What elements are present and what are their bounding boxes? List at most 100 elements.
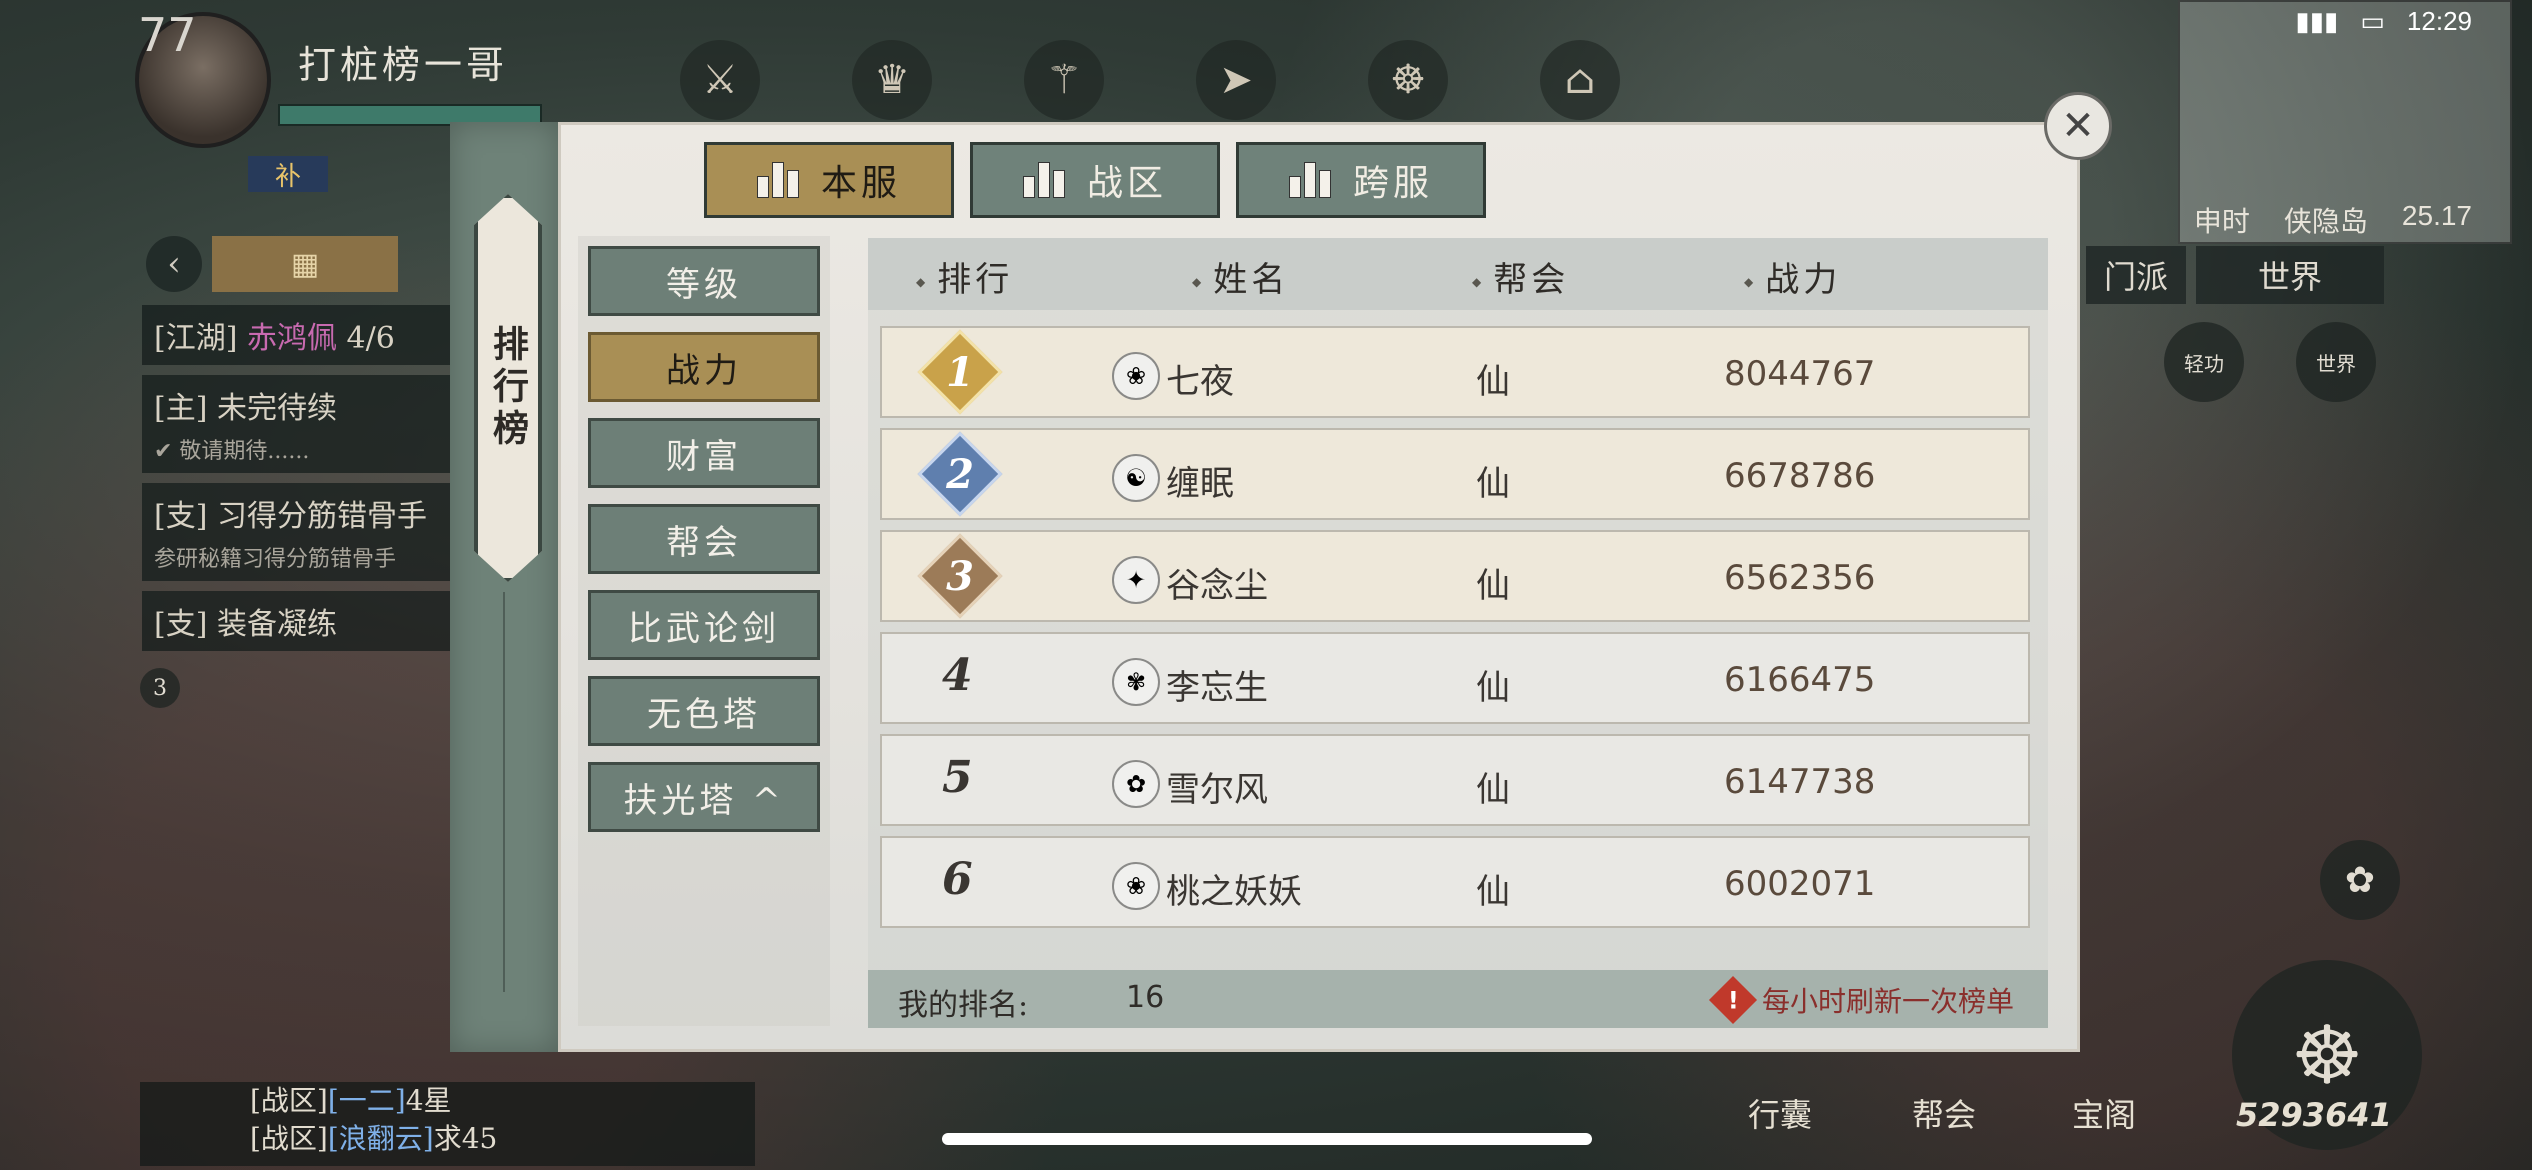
guild-cell: 仙 <box>1476 872 1510 912</box>
chat-box[interactable]: [战区][一二]4星 [战区][浪翻云]求45 <box>140 1082 755 1166</box>
clock: 12:29 <box>2406 6 2472 36</box>
signal-icon: ▮▮▮ <box>2295 6 2339 36</box>
guild-tag: 补 <box>248 156 328 192</box>
guild-emblem-icon: ✾ <box>1112 658 1160 706</box>
warning-icon: ! <box>1708 975 1758 1025</box>
power-cell: 8044767 <box>1724 354 1876 394</box>
arrow-icon[interactable]: ➤ <box>1196 40 1276 120</box>
guild-cell: 仙 <box>1476 566 1510 606</box>
player-name-cell: 缠眠 <box>1166 464 1234 504</box>
player-name-cell: 雪尔风 <box>1166 770 1268 810</box>
table-row[interactable]: 3 ✦ 谷念尘 仙 6562356 <box>880 530 2030 622</box>
side-divider <box>503 592 505 992</box>
power-cell: 6562356 <box>1724 558 1876 598</box>
quest-filter-button[interactable]: ▦ <box>212 236 398 292</box>
panel-side-rail: 排行榜 <box>450 122 564 1052</box>
podium-icon <box>1288 162 1331 198</box>
category-wuse-tower[interactable]: 无色塔 <box>588 676 820 746</box>
table-row[interactable]: 4 ✾ 李忘生 仙 6166475 <box>880 632 2030 724</box>
collapse-arrow-icon[interactable]: ‹ <box>146 236 202 292</box>
power-cell: 6002071 <box>1724 864 1876 904</box>
blade-icon[interactable]: ⚚ <box>1024 40 1104 120</box>
world-map-button[interactable]: 世界 <box>2296 322 2376 402</box>
table-row[interactable]: 5 ✿ 雪尔风 仙 6147738 <box>880 734 2030 826</box>
battery-icon: ▭ <box>2360 6 2385 36</box>
guild-emblem-icon: ☯ <box>1112 454 1160 502</box>
player-name-cell: 谷念尘 <box>1166 566 1268 606</box>
my-rank-label: 我的排名: <box>898 988 1029 1023</box>
category-guild[interactable]: 帮会 <box>588 504 820 574</box>
world-button[interactable]: 世界 <box>2196 246 2384 304</box>
quest-tracker: [江湖] 赤鸿佩 4/6 [主] 未完待续 ✔ 敬请期待...... [支] 习… <box>142 305 462 661</box>
category-fuguang-tower[interactable]: 扶光塔 ^ <box>588 762 820 832</box>
guild-emblem-icon: ✿ <box>1112 760 1160 808</box>
table-row[interactable]: 6 ❀ 桃之妖妖 仙 6002071 <box>880 836 2030 928</box>
quest-item[interactable]: [主] 未完待续 ✔ 敬请期待...... <box>142 375 462 473</box>
qinggong-button[interactable]: 轻功 <box>2164 322 2244 402</box>
mask-icon[interactable]: ♛ <box>852 40 932 120</box>
rank-number: 1 <box>946 348 974 396</box>
column-power: 战力 <box>1744 252 1841 301</box>
rank-number: 6 <box>942 854 973 905</box>
treasure-button[interactable]: 宝阁 <box>2072 1090 2136 1136</box>
category-level[interactable]: 等级 <box>588 246 820 316</box>
guild-emblem-icon: ✦ <box>1112 556 1160 604</box>
guild-cell: 仙 <box>1476 668 1510 708</box>
power-cell: 6678786 <box>1724 456 1876 496</box>
flower-icon[interactable]: ✿ <box>2320 840 2400 920</box>
column-name: 姓名 <box>1192 252 1289 301</box>
power-cell: 6166475 <box>1724 660 1876 700</box>
tab-war-zone[interactable]: 战区 <box>970 142 1220 218</box>
minimap-info: 申时 侠隐岛 25.17 <box>2193 200 2472 237</box>
tab-cross-server[interactable]: 跨服 <box>1236 142 1486 218</box>
guild-cell: 仙 <box>1476 464 1510 504</box>
my-rank-value: 16 <box>1126 980 1165 1015</box>
table-row[interactable]: 1 ❀ 七夜 仙 8044767 <box>880 326 2030 418</box>
my-rank-footer: 我的排名: 16 ! 每小时刷新一次榜单 <box>868 970 2048 1028</box>
quest-item[interactable]: [支] 装备凝练 <box>142 591 462 651</box>
guild-emblem-icon: ❀ <box>1112 352 1160 400</box>
home-indicator[interactable] <box>942 1133 1592 1145</box>
notification-bell-icon[interactable]: 3 <box>140 668 180 708</box>
quest-item[interactable]: [江湖] 赤鸿佩 4/6 <box>142 305 462 365</box>
meditate-icon[interactable]: ☸ <box>1368 40 1448 120</box>
rank-number: 3 <box>946 552 974 600</box>
total-power: 5293641 <box>2236 1096 2392 1134</box>
player-level: 77 <box>138 8 197 62</box>
player-name-cell: 七夜 <box>1166 362 1234 402</box>
category-list: 等级 战力 财富 帮会 比武论剑 无色塔 扶光塔 ^ <box>588 246 820 848</box>
player-name: 打桩榜一哥 <box>298 43 509 87</box>
rank-number: 4 <box>942 650 973 701</box>
ranking-panel: 排行榜 本服 战区 跨服 等级 战力 财富 帮会 比武论剑 无色塔 扶光塔 ^ <box>450 122 2080 1052</box>
podium-icon <box>1022 162 1065 198</box>
top-function-icons: ⚔ ♛ ⚚ ➤ ☸ ⌂ <box>680 40 1620 120</box>
bag-button[interactable]: 行囊 <box>1748 1090 1812 1136</box>
column-rank: 排行 <box>916 252 1013 301</box>
table-header: 排行 姓名 帮会 战力 <box>868 238 2048 310</box>
player-name-cell: 李忘生 <box>1166 668 1268 708</box>
shop-icon[interactable]: ⌂ <box>1540 40 1620 120</box>
table-row[interactable]: 2 ☯ 缠眠 仙 6678786 <box>880 428 2030 520</box>
rank-number: 2 <box>946 450 974 498</box>
ranking-table: 排行 姓名 帮会 战力 1 ❀ 七夜 仙 8044767 2 ☯ 缠眠 仙 66… <box>868 238 2048 1028</box>
ranking-title: 排行榜 <box>487 325 529 451</box>
close-icon[interactable]: ✕ <box>2044 92 2112 160</box>
ranking-title-scroll: 排行榜 <box>474 194 542 582</box>
podium-icon <box>756 162 799 198</box>
guild-button[interactable]: 帮会 <box>1912 1090 1976 1136</box>
quest-item[interactable]: [支] 习得分筋错骨手 参研秘籍习得分筋错骨手 <box>142 483 462 581</box>
category-wealth[interactable]: 财富 <box>588 418 820 488</box>
sect-button[interactable]: 门派 <box>2086 246 2186 304</box>
guild-cell: 仙 <box>1476 362 1510 402</box>
guild-emblem-icon: ❀ <box>1112 862 1160 910</box>
tab-local-server[interactable]: 本服 <box>704 142 954 218</box>
device-status-bar: ▮▮▮ ▭ 12:29 <box>2295 6 2472 37</box>
category-power[interactable]: 战力 <box>588 332 820 402</box>
sword-icon[interactable]: ⚔ <box>680 40 760 120</box>
player-name-cell: 桃之妖妖 <box>1166 872 1302 912</box>
chat-line: [战区][一二]4星 <box>250 1084 452 1117</box>
chat-line: [战区][浪翻云]求45 <box>250 1122 498 1155</box>
rank-number: 5 <box>942 752 973 803</box>
category-duel[interactable]: 比武论剑 <box>588 590 820 660</box>
column-guild: 帮会 <box>1472 252 1569 301</box>
